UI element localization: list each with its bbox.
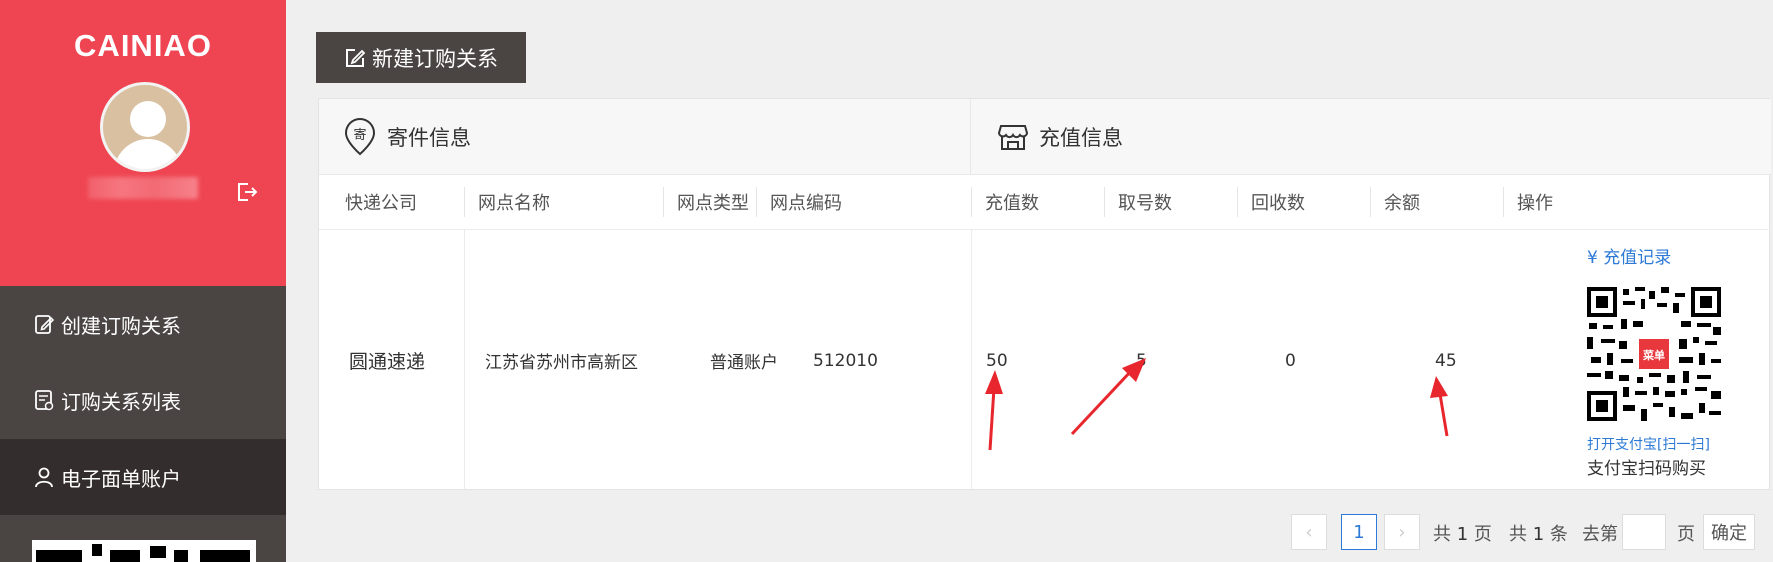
sidebar-item-subscription-list[interactable]: 订购关系列表 — [0, 362, 286, 438]
sidebar-item-create-subscription[interactable]: 创建订购关系 — [0, 286, 286, 362]
sidebar-item-label: 电子面单账户 — [61, 466, 181, 491]
cainiao-logo: CAINIAO — [74, 28, 212, 63]
account-table: 寄 寄件信息 充值信息 快递公司 网点名称 网点类型 网点编码 充值数 取号数 … — [318, 98, 1771, 491]
qr-badge-text: 菜单 — [1642, 348, 1665, 362]
sender-info-title: 寄件信息 — [387, 125, 471, 150]
list-doc-icon — [35, 390, 54, 411]
sidebar-item-label: 订购关系列表 — [61, 389, 181, 414]
sidebar: CAINIAO 创建订购关系 订购关系列表 电子面单账户 — [0, 0, 286, 562]
column-header-balance: 余额 — [1370, 175, 1503, 230]
cell-branch-code: 512010 — [813, 350, 878, 371]
total-pages-text: 共 1 页 — [1433, 524, 1492, 545]
annotation-arrow-recharge — [985, 370, 1003, 451]
column-header-recharge: 充值数 — [971, 175, 1104, 230]
recharge-info-header: 充值信息 — [971, 99, 1771, 175]
column-header-taken: 取号数 — [1104, 175, 1237, 230]
goto-page-input[interactable] — [1622, 514, 1666, 550]
alipay-buy-hint: 支付宝扫码购买 — [1587, 459, 1706, 479]
page-1-button[interactable]: 1 — [1341, 514, 1377, 550]
annotation-arrow-taken — [1070, 358, 1146, 436]
recharge-info-title: 充值信息 — [1039, 125, 1123, 150]
new-subscription-label: 新建订购关系 — [372, 46, 498, 71]
edit-icon — [346, 48, 366, 67]
sender-pin-icon: 寄 — [344, 117, 376, 155]
username-redacted — [88, 177, 198, 199]
sidebar-item-label: 创建订购关系 — [61, 313, 181, 338]
annotation-arrow-balance — [1430, 376, 1449, 437]
sender-badge-text: 寄 — [353, 127, 366, 143]
cell-company: 圆通速递 — [349, 351, 426, 373]
cell-balance: 45 — [1435, 350, 1457, 371]
shop-icon — [997, 124, 1029, 150]
goto-suffix: 页 — [1677, 524, 1695, 545]
column-header-company: 快递公司 — [319, 175, 464, 230]
cell-recycled: 0 — [1285, 350, 1296, 371]
cell-branch-name: 江苏省苏州市高新区 — [485, 353, 638, 373]
sidebar-qr-code — [32, 540, 256, 562]
sender-info-header: 寄 寄件信息 — [319, 99, 971, 175]
cell-branch-type: 普通账户 — [710, 353, 778, 373]
column-header-branch-name: 网点名称 — [464, 175, 663, 230]
goto-confirm-button[interactable]: 确定 — [1703, 514, 1755, 550]
user-icon — [35, 467, 53, 488]
edit-doc-icon — [35, 315, 55, 334]
alipay-qr-code[interactable]: 菜单 — [1587, 287, 1721, 421]
column-header-branch-code: 网点编码 — [756, 175, 971, 230]
next-page-button[interactable]: › — [1384, 514, 1420, 550]
logout-icon[interactable] — [236, 181, 258, 203]
goto-prefix: 去第 — [1582, 524, 1618, 545]
total-items-text: 共 1 条 — [1509, 524, 1568, 545]
prev-page-button[interactable]: ‹ — [1291, 514, 1327, 550]
recharge-history-link[interactable]: ¥ 充值记录 — [1587, 243, 1671, 268]
alipay-open-hint: 打开支付宝[扫一扫] — [1587, 437, 1710, 453]
column-header-branch-type: 网点类型 — [663, 175, 756, 230]
column-header-recycled: 回收数 — [1237, 175, 1370, 230]
column-header-actions: 操作 — [1503, 175, 1770, 230]
avatar — [100, 82, 190, 172]
sidebar-item-waybill-account[interactable]: 电子面单账户 — [0, 439, 286, 515]
new-subscription-button[interactable]: 新建订购关系 — [316, 32, 526, 83]
sidebar-profile-area: CAINIAO — [0, 0, 286, 286]
